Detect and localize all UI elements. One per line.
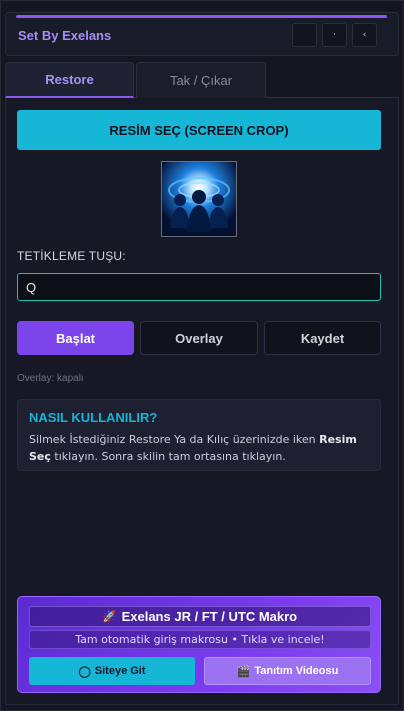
promo-video-label: Tanıtım Videosu (254, 665, 339, 677)
save-button[interactable]: Kaydet (264, 321, 381, 355)
rocket-icon: 🚀 (102, 611, 117, 623)
overlay-status-text: Overlay: kapalı (17, 373, 84, 384)
help-text: Silmek İstediğiniz Restore Ya da Kılıç ü… (29, 431, 374, 465)
tab-tak-cikar[interactable]: Tak / Çıkar (136, 62, 266, 98)
trigger-key-input[interactable] (17, 273, 381, 301)
overlay-button[interactable]: Overlay (140, 321, 258, 355)
app-title: Set By Exelans (18, 28, 112, 43)
window-button-empty[interactable] (292, 23, 317, 47)
clapper-icon: 🎬 (236, 665, 251, 678)
title-bar: Set By Exelans · ‹ (5, 12, 399, 56)
globe-icon: ◯ (78, 665, 91, 678)
help-text-part-1: Silmek İstediğiniz Restore Ya da Kılıç ü… (29, 433, 320, 446)
select-image-button[interactable]: RESİM SEÇ (SCREEN CROP) (17, 110, 381, 150)
title-accent-line (16, 15, 387, 18)
help-text-part-2: tıklayın. Sonra skilin tam ortasına tıkl… (50, 450, 286, 463)
promo-title-text: Exelans JR / FT / UTC Makro (121, 609, 298, 624)
party-buff-icon (162, 162, 236, 236)
start-button[interactable]: Başlat (17, 321, 134, 355)
promo-subtitle[interactable]: Tam otomatik giriş makrosu • Tıkla ve in… (29, 630, 371, 649)
help-box: NASIL KULLANILIR? Silmek İstediğiniz Res… (17, 399, 381, 471)
trigger-key-label: TETİKLEME TUŞU: (17, 249, 126, 263)
promo-card: 🚀 Exelans JR / FT / UTC Makro Tam otomat… (17, 596, 381, 693)
visit-site-label: Siteye Git (94, 665, 146, 677)
window-button-dot[interactable]: · (322, 23, 347, 47)
tab-restore[interactable]: Restore (5, 62, 134, 98)
visit-site-button[interactable]: ◯ Siteye Git (29, 657, 195, 685)
promo-title[interactable]: 🚀 Exelans JR / FT / UTC Makro (29, 606, 371, 627)
promo-video-button[interactable]: 🎬 Tanıtım Videosu (204, 657, 371, 685)
skill-preview-image (161, 161, 237, 237)
help-title: NASIL KULLANILIR? (29, 410, 158, 425)
window-button-collapse[interactable]: ‹ (352, 23, 377, 47)
